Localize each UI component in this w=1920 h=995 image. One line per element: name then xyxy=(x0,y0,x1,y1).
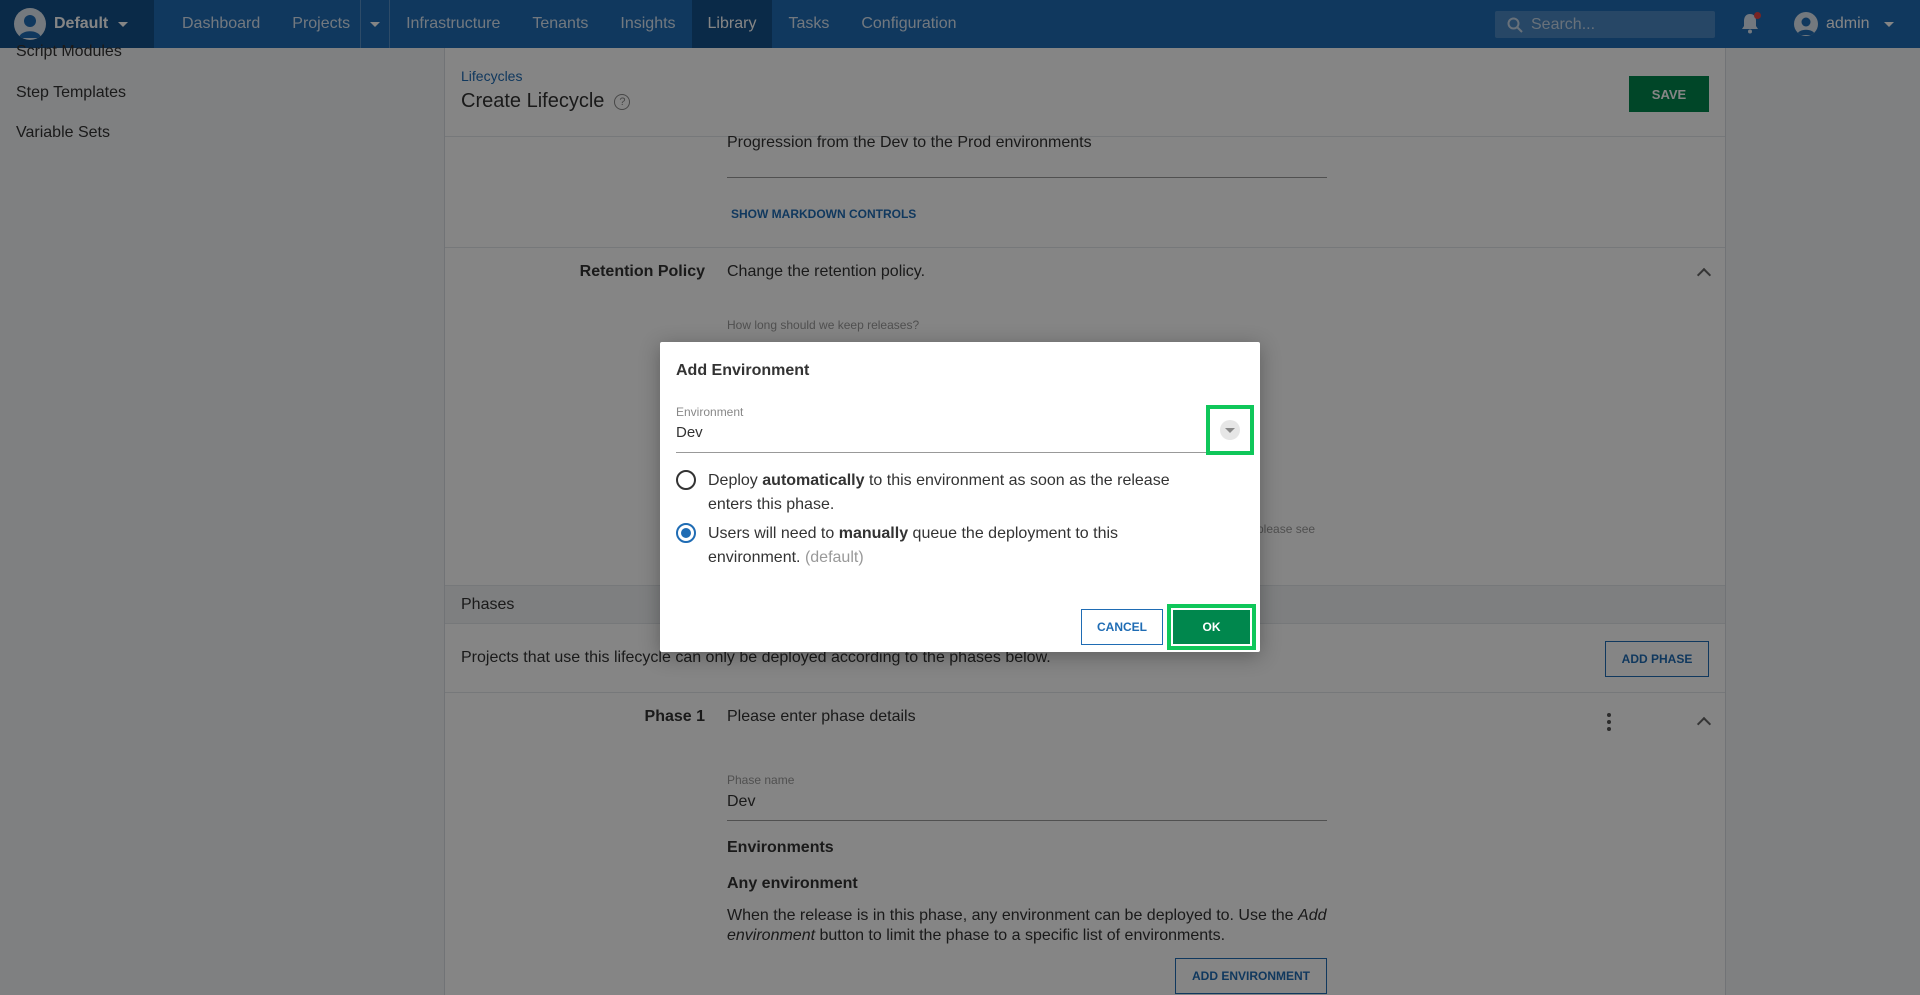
dropdown-arrow-icon xyxy=(1220,420,1240,440)
radio-deploy-manually[interactable]: Users will need to manually queue the de… xyxy=(676,522,1208,570)
radio-checked-icon[interactable] xyxy=(676,523,696,543)
radio-auto-label: Deploy automatically to this environment… xyxy=(708,469,1208,517)
dialog-title: Add Environment xyxy=(676,362,810,379)
radio-manual-label: Users will need to manually queue the de… xyxy=(708,522,1208,570)
add-environment-dialog: Add Environment Environment Dev Deploy a… xyxy=(660,342,1260,652)
radio-text-bold: automatically xyxy=(762,472,865,489)
environment-dropdown-button[interactable] xyxy=(1206,405,1254,455)
cancel-button[interactable]: CANCEL xyxy=(1081,609,1163,645)
radio-deploy-automatically[interactable]: Deploy automatically to this environment… xyxy=(676,469,1208,517)
environment-underline xyxy=(676,452,1221,453)
ok-button-highlight: OK xyxy=(1167,604,1256,650)
default-suffix: (default) xyxy=(804,549,864,566)
environment-label: Environment xyxy=(676,405,744,419)
radio-text-part: Deploy xyxy=(708,472,758,489)
radio-unchecked-icon[interactable] xyxy=(676,470,696,490)
radio-text-bold: manually xyxy=(838,525,909,542)
ok-button[interactable]: OK xyxy=(1173,610,1250,644)
environment-select[interactable]: Dev xyxy=(676,424,703,441)
radio-text-part: Users will need to xyxy=(708,525,835,542)
